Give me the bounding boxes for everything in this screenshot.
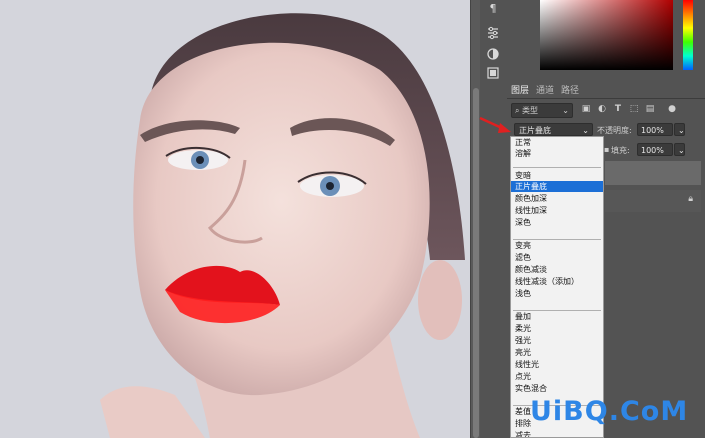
smartobject-filter-icon[interactable]: ▤ [645, 104, 655, 115]
blend-mode-option[interactable]: 线性减淡（添加） [511, 276, 603, 287]
styles-icon[interactable] [485, 47, 501, 61]
blend-mode-option[interactable]: 亮光 [511, 347, 603, 358]
portrait-photo [0, 0, 470, 438]
layer-row-selected[interactable] [605, 161, 701, 185]
blend-mode-option[interactable]: 叠加 [511, 311, 603, 322]
red-arrow-annotation [479, 116, 511, 133]
blend-mode-option[interactable]: 浅色 [511, 288, 603, 299]
opacity-label: 不透明度: [597, 126, 632, 135]
blend-mode-option[interactable]: 深色 [511, 217, 603, 228]
blend-mode-option[interactable]: 正片叠底 [511, 181, 603, 192]
chevron-down-icon: ⌄ [678, 126, 685, 135]
chevron-down-icon: ⌄ [678, 146, 685, 155]
blend-mode-option[interactable]: 点光 [511, 371, 603, 382]
lock-icon-small[interactable]: ▪ [604, 145, 609, 154]
chevron-down-icon: ⌄ [562, 106, 569, 115]
filter-label: 类型 [522, 106, 539, 115]
blend-mode-option[interactable]: 颜色减淡 [511, 264, 603, 275]
paragraph-icon[interactable]: ¶ [485, 2, 501, 16]
tab-channels[interactable]: 通道 [536, 83, 554, 96]
layer-row-background[interactable]: 🔒︎ [605, 190, 701, 212]
blend-mode-option[interactable]: 正常 [511, 137, 603, 148]
adjustment-filter-icon[interactable]: ◐ [597, 104, 607, 115]
hue-slider[interactable] [683, 0, 693, 70]
blend-mode-option[interactable]: 强光 [511, 335, 603, 346]
panel-tabs: 图层 通道 路径 [507, 80, 705, 99]
blend-mode-option[interactable]: 线性加深 [511, 205, 603, 216]
blend-mode-dropdown-list: 正常 溶解变暗 正片叠底 颜色加深 线性加深 深色变亮 滤色 颜色减淡 线性减淡（添加） 浅色叠加… [510, 136, 604, 438]
opacity-dropdown[interactable]: ⌄ [674, 123, 685, 136]
fill-label: 填充: [611, 146, 630, 155]
blend-mode-option[interactable]: 线性光 [511, 359, 603, 370]
opacity-input[interactable]: 100% [637, 123, 673, 136]
pixel-filter-icon[interactable]: ▣ [581, 104, 591, 115]
tab-paths[interactable]: 路径 [561, 83, 579, 96]
blend-mode-option[interactable]: 柔光 [511, 323, 603, 334]
scrollbar-thumb[interactable] [473, 88, 479, 438]
lock-icon: 🔒︎ [688, 194, 693, 204]
blend-mode-select[interactable]: 正片叠底 ⌄ [514, 123, 593, 136]
blend-mode-option[interactable]: 颜色加深 [511, 193, 603, 204]
panel-tool-strip: ¶ [480, 0, 508, 438]
filter-toggle-icon[interactable]: ● [667, 104, 677, 115]
fill-dropdown[interactable]: ⌄ [674, 143, 685, 156]
blend-mode-option[interactable]: 变暗 [511, 170, 603, 181]
tab-layers[interactable]: 图层 [511, 83, 529, 96]
blend-mode-value: 正片叠底 [519, 126, 551, 135]
menu-separator [513, 167, 601, 168]
blend-mode-option[interactable]: 变亮 [511, 240, 603, 251]
layer-filter-select[interactable]: ⌕ 类型 ⌄ [511, 103, 573, 118]
fill-input[interactable]: 100% [637, 143, 673, 156]
shape-filter-icon[interactable]: ⬚ [629, 104, 639, 115]
site-watermark: UiBQ.CoM [530, 396, 689, 427]
type-filter-icon[interactable]: T [613, 104, 623, 115]
ear-shape [418, 260, 462, 340]
blend-mode-option[interactable]: 减去 [511, 430, 603, 437]
document-canvas[interactable] [0, 0, 470, 438]
color-picker-field[interactable] [540, 0, 673, 70]
blend-mode-option[interactable]: 滤色 [511, 252, 603, 263]
adjust-icon[interactable] [485, 26, 501, 40]
blend-mode-option[interactable]: 溶解 [511, 148, 603, 159]
libraries-icon[interactable] [485, 66, 501, 80]
blend-mode-option[interactable]: 实色混合 [511, 383, 603, 394]
search-icon: ⌕ [515, 106, 520, 115]
